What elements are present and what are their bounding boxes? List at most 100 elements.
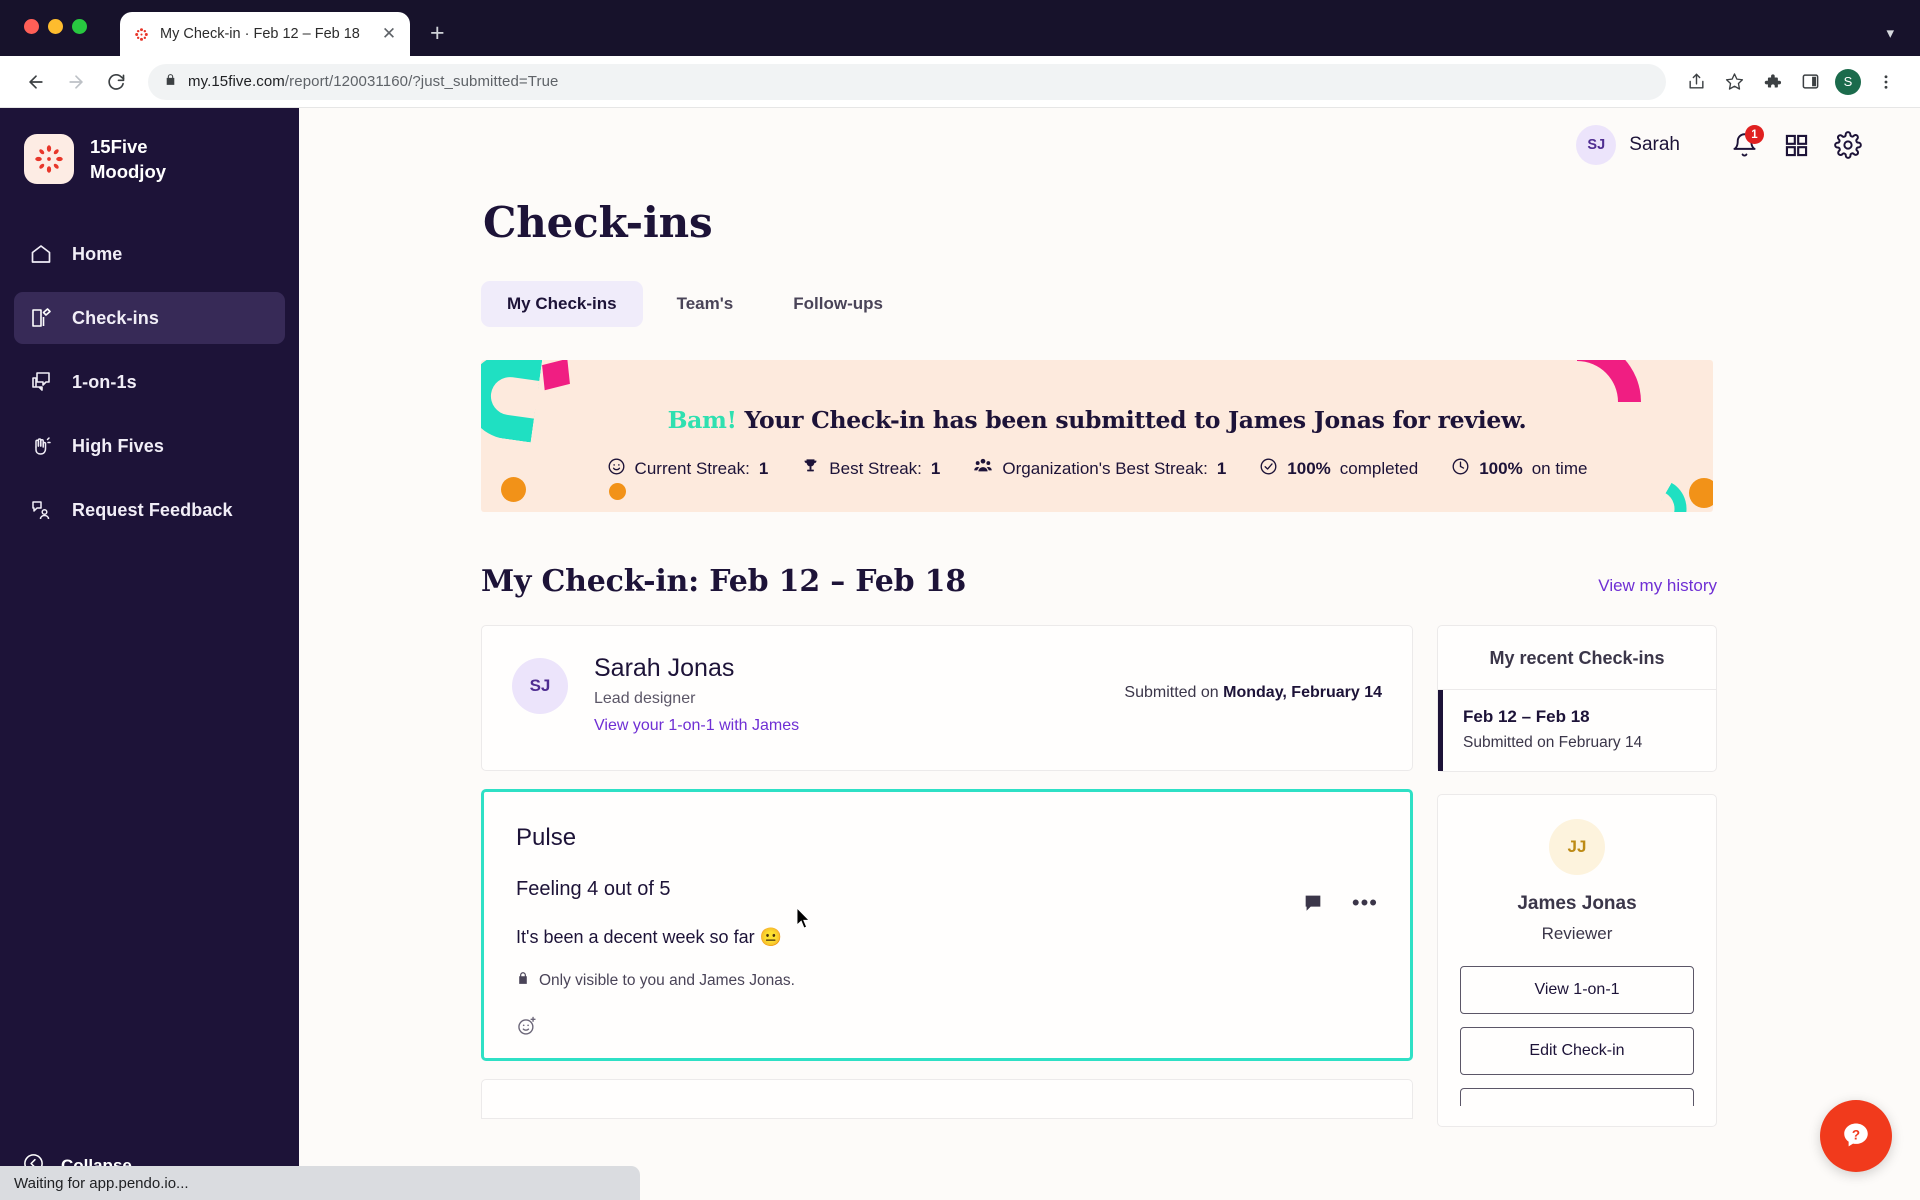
notification-badge: 1 <box>1745 125 1764 144</box>
lock-icon <box>164 72 177 92</box>
confetti-dot-orange-2 <box>609 483 626 500</box>
new-tab-button[interactable]: + <box>430 21 445 46</box>
lock-icon <box>516 970 530 991</box>
brand-org: Moodjoy <box>90 161 167 183</box>
stat-current-streak-label: Current Streak: <box>634 458 750 478</box>
recent-checkins-heading: My recent Check-ins <box>1438 626 1716 690</box>
reviewer-card: JJ James Jonas Reviewer View 1-on-1 Edit… <box>1437 794 1717 1127</box>
edit-check-in-button[interactable]: Edit Check-in <box>1460 1027 1694 1075</box>
browser-status-bar: Waiting for app.pendo.io... <box>0 1166 640 1200</box>
more-options-icon[interactable]: ••• <box>1352 892 1378 914</box>
extensions-puzzle-icon[interactable] <box>1756 66 1788 98</box>
sidebar-item-check-ins[interactable]: Check-ins <box>14 292 285 345</box>
sidebar-item-1-on-1s-label: 1-on-1s <box>72 371 137 392</box>
pulse-actions: ••• <box>1302 892 1378 914</box>
profile-avatar[interactable]: S <box>1832 66 1864 98</box>
toolbar-icons: S <box>1680 66 1902 98</box>
tab-my-check-ins[interactable]: My Check-ins <box>481 281 643 327</box>
sidepanel-icon[interactable] <box>1794 66 1826 98</box>
pulse-privacy-text: Only visible to you and James Jonas. <box>539 971 795 989</box>
brand-name: 15Five <box>90 136 148 157</box>
submitted-info: Submitted on Monday, February 14 <box>1124 684 1382 702</box>
person-role: Lead designer <box>594 690 696 707</box>
smiley-icon <box>607 457 626 481</box>
logo-15five-icon <box>24 134 74 185</box>
svg-text:?: ? <box>1852 1128 1860 1143</box>
person-avatar: SJ <box>512 658 568 714</box>
page-title: Check-ins <box>483 198 713 247</box>
brand-block[interactable]: 15Five Moodjoy <box>0 134 299 185</box>
tab-teams[interactable]: Team's <box>651 281 760 327</box>
check-circle-icon <box>1259 457 1278 481</box>
browser-tab[interactable]: My Check-in · Feb 12 – Feb 18 ✕ <box>120 12 410 56</box>
user-chip[interactable]: SJ Sarah <box>1576 125 1680 165</box>
stat-completed: 100% completed <box>1259 457 1418 481</box>
view-my-history-link[interactable]: View my history <box>1598 576 1717 596</box>
profile-initial: S <box>1835 68 1861 95</box>
forward-button[interactable] <box>58 64 94 100</box>
help-button[interactable]: ? <box>1820 1100 1892 1172</box>
sidebar-item-1-on-1s[interactable]: 1-on-1s <box>14 356 285 408</box>
sidebar-item-high-fives[interactable]: High Fives <box>14 420 285 472</box>
banner-bam: Bam! <box>667 406 737 434</box>
notifications-button[interactable]: 1 <box>1718 119 1770 171</box>
trophy-icon <box>801 457 820 481</box>
chevron-down-icon[interactable]: ▾ <box>1886 24 1894 42</box>
close-tab-icon[interactable]: ✕ <box>380 25 398 43</box>
browser-tab-title: My Check-in · Feb 12 – Feb 18 <box>160 26 360 42</box>
recent-checkin-item[interactable]: Feb 12 – Feb 18 Submitted on February 14 <box>1438 690 1716 771</box>
pulse-note: It's been a decent week so far 😐 <box>516 927 782 947</box>
stat-current-streak-value: 1 <box>758 458 769 478</box>
back-button[interactable] <box>18 64 54 100</box>
view-1-on-1-button[interactable]: View 1-on-1 <box>1460 966 1694 1014</box>
share-icon[interactable] <box>1680 66 1712 98</box>
third-button-peek[interactable] <box>1460 1088 1694 1106</box>
tab-follow-ups[interactable]: Follow-ups <box>767 281 909 327</box>
stat-completed-label: completed <box>1339 458 1419 478</box>
people-icon <box>973 456 993 481</box>
sidebar-item-check-ins-label: Check-ins <box>72 307 159 328</box>
stat-best-streak-label: Best Streak: <box>829 458 922 478</box>
clock-icon <box>1451 457 1470 481</box>
home-icon <box>28 242 54 266</box>
reviewer-role: Reviewer <box>1541 924 1613 943</box>
banner-message-text: Your Check-in has been submitted to Jame… <box>744 406 1527 434</box>
maximize-window-button[interactable] <box>72 19 87 34</box>
submitted-date: Monday, February 14 <box>1223 684 1382 701</box>
sidebar-item-request-feedback-label: Request Feedback <box>72 499 233 520</box>
address-bar[interactable]: my.15five.com/report/120031160/?just_sub… <box>148 63 1666 100</box>
pulse-card: Pulse Feeling 4 out of 5 It's been a dec… <box>481 789 1413 1061</box>
chrome-menu-icon[interactable] <box>1870 66 1902 98</box>
view-1-on-1-link[interactable]: View your 1-on-1 with James <box>594 717 799 734</box>
person-card: SJ Sarah Jonas Lead designer View your 1… <box>481 625 1413 771</box>
close-window-button[interactable] <box>24 19 39 34</box>
chat-icon <box>28 370 54 394</box>
sidebar-item-request-feedback[interactable]: Request Feedback <box>14 484 285 536</box>
add-reaction-button[interactable] <box>516 1015 1378 1042</box>
stat-org-best-streak-label: Organization's Best Streak: <box>1002 458 1208 478</box>
person-name: Sarah Jonas <box>594 654 735 682</box>
bookmark-star-icon[interactable] <box>1718 66 1750 98</box>
reload-button[interactable] <box>98 64 134 100</box>
pulse-privacy: Only visible to you and James Jonas. <box>516 970 1378 991</box>
pulse-feeling: Feeling 4 out of 5 <box>516 878 671 900</box>
right-column: My recent Check-ins Feb 12 – Feb 18 Subm… <box>1437 625 1717 1127</box>
sidebar-nav: Home Check-ins 1-on-1s High Fives Reques… <box>0 228 299 536</box>
pulse-title: Pulse <box>516 824 577 851</box>
person-info: Sarah Jonas Lead designer View your 1-on… <box>594 654 799 735</box>
stat-on-time-label: on time <box>1531 458 1588 478</box>
minimize-window-button[interactable] <box>48 19 63 34</box>
content-columns: SJ Sarah Jonas Lead designer View your 1… <box>481 625 1717 1127</box>
settings-gear-button[interactable] <box>1822 119 1874 171</box>
favicon-15five-icon <box>132 25 150 43</box>
stat-best-streak-value: 1 <box>930 458 941 478</box>
browser-titlebar: My Check-in · Feb 12 – Feb 18 ✕ + ▾ <box>0 0 1920 56</box>
reviewer-name: James Jonas <box>1517 893 1637 914</box>
banner-message: Bam! Your Check-in has been submitted to… <box>481 360 1713 434</box>
submitted-prefix: Submitted on <box>1124 684 1224 701</box>
recent-checkin-submitted: Submitted on February 14 <box>1463 734 1643 751</box>
sidebar-item-home[interactable]: Home <box>14 228 285 280</box>
comment-icon[interactable] <box>1302 892 1324 914</box>
apps-grid-button[interactable] <box>1770 119 1822 171</box>
address-bar-url: my.15five.com/report/120031160/?just_sub… <box>188 73 559 90</box>
